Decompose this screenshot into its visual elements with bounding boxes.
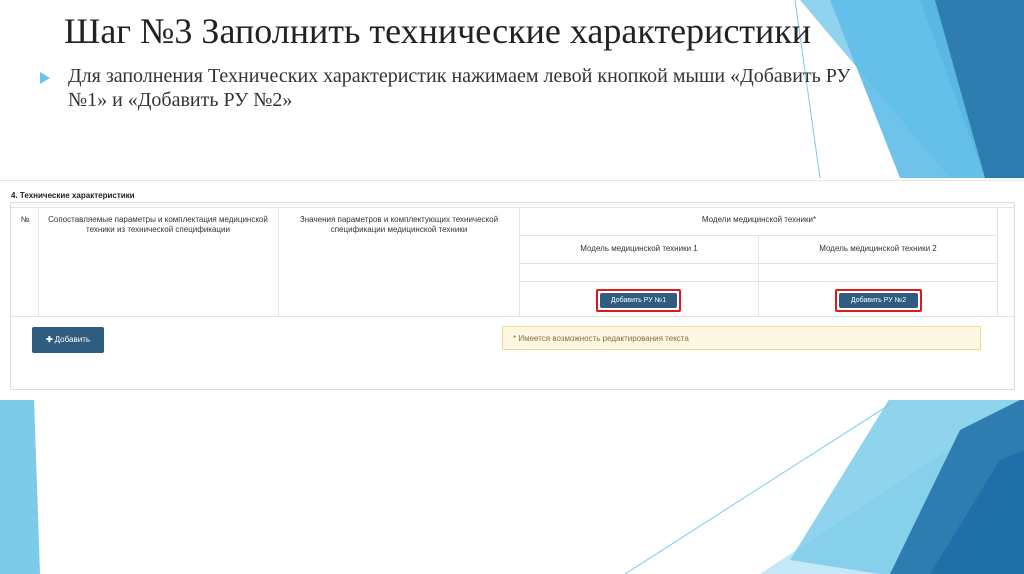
panel-top-border — [0, 180, 1024, 181]
specs-card: № Сопоставляемые параметры и комплектаци… — [10, 202, 1015, 390]
table-top-border — [11, 207, 1014, 208]
table-divider-1 — [38, 207, 39, 317]
table-divider-3 — [519, 207, 520, 317]
slide-title: Шаг №3 Заполнить технические характерист… — [64, 11, 812, 51]
table-row-line-1 — [519, 235, 998, 236]
header-num: № — [20, 215, 30, 224]
table-row-line-3 — [519, 281, 998, 282]
add-ru1-button[interactable]: Добавить РУ №1 — [600, 293, 677, 308]
plus-icon: ✚ — [45, 335, 53, 344]
bullet-arrow-icon — [40, 72, 50, 84]
header-params: Сопоставляемые параметры и комплектация … — [48, 215, 268, 234]
header-model-1: Модель медицинской техники 1 — [580, 244, 698, 253]
deco-shape-left — [0, 398, 40, 574]
add-ru2-button[interactable]: Добавить РУ №2 — [839, 293, 918, 308]
form-screenshot-panel: 4. Технические характеристики № Сопостав… — [0, 180, 1024, 400]
edit-notice: * Имеется возможность редактирования тек… — [502, 326, 981, 350]
table-divider-4 — [758, 235, 759, 317]
table-bottom-border — [11, 316, 1014, 317]
table-divider-right — [997, 207, 998, 317]
header-models: Модели медицинской техники* — [701, 215, 817, 224]
table-divider-2 — [278, 207, 279, 317]
section-title: 4. Технические характеристики — [11, 191, 135, 200]
add-button[interactable]: ✚ Добавить — [32, 327, 104, 353]
table-row-line-2 — [519, 263, 998, 264]
header-model-2: Модель медицинской техники 2 — [819, 244, 937, 253]
add-button-label: Добавить — [54, 335, 91, 344]
header-values: Значения параметров и комплектующих техн… — [299, 215, 499, 234]
bullet-text: Для заполнения Технических характеристик… — [68, 65, 851, 111]
